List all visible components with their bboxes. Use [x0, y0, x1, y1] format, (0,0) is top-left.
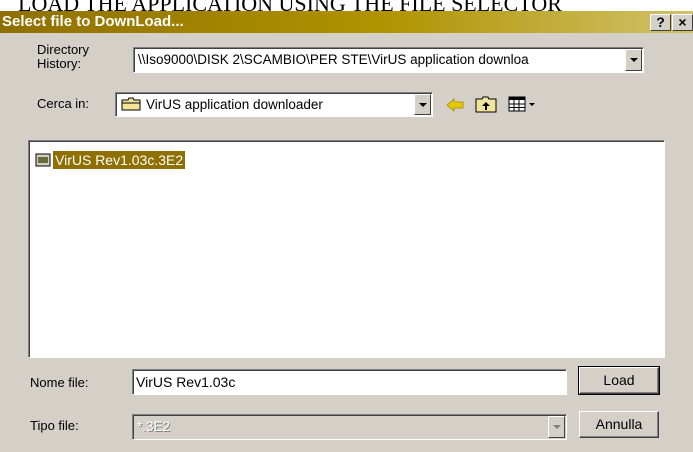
dialog-title: Select file to DownLoad... — [2, 13, 184, 30]
dialog-titlebar[interactable]: Select file to DownLoad... ? × — [0, 11, 693, 33]
close-button[interactable]: × — [672, 14, 693, 31]
filetype-label: Tipo file: — [30, 418, 79, 433]
lookin-combobox[interactable]: VirUS application downloader — [115, 92, 433, 117]
filetype-value: *.3E2 — [137, 419, 171, 434]
file-name: VirUS Rev1.03c.3E2 — [53, 151, 186, 169]
history-label-line1: Directory — [37, 42, 90, 57]
cancel-button[interactable]: Annulla — [579, 411, 659, 438]
history-combobox[interactable]: \\Iso9000\DISK 2\SCAMBIO\PER STE\VirUS a… — [133, 47, 644, 73]
file-list[interactable]: VirUS Rev1.03c.3E2 — [28, 140, 665, 358]
file-select-dialog: Select file to DownLoad... ? × Directory… — [0, 11, 693, 452]
history-label: Directory History: — [37, 43, 89, 71]
load-button[interactable]: Load — [578, 366, 660, 395]
view-menu-icon[interactable] — [508, 95, 538, 113]
file-icon — [35, 153, 51, 167]
filetype-combobox[interactable]: *.3E2 — [132, 414, 567, 440]
history-value: \\Iso9000\DISK 2\SCAMBIO\PER STE\VirUS a… — [138, 52, 529, 67]
chevron-down-icon — [630, 58, 638, 62]
lookin-label: Cerca in: — [37, 96, 90, 111]
lookin-value: VirUS application downloader — [146, 97, 323, 112]
history-dropdown-button[interactable] — [625, 49, 642, 71]
help-button[interactable]: ? — [650, 14, 671, 31]
filename-label: Nome file: — [30, 375, 89, 390]
up-folder-icon[interactable] — [475, 95, 497, 113]
back-arrow-icon[interactable] — [446, 98, 464, 112]
chevron-down-icon — [553, 425, 561, 429]
history-label-line2: History: — [37, 56, 82, 71]
chevron-down-icon — [419, 103, 427, 107]
filetype-dropdown-button[interactable] — [548, 416, 565, 438]
lookin-dropdown-button[interactable] — [414, 94, 431, 115]
folder-icon — [121, 97, 141, 111]
filename-input[interactable] — [132, 369, 567, 395]
